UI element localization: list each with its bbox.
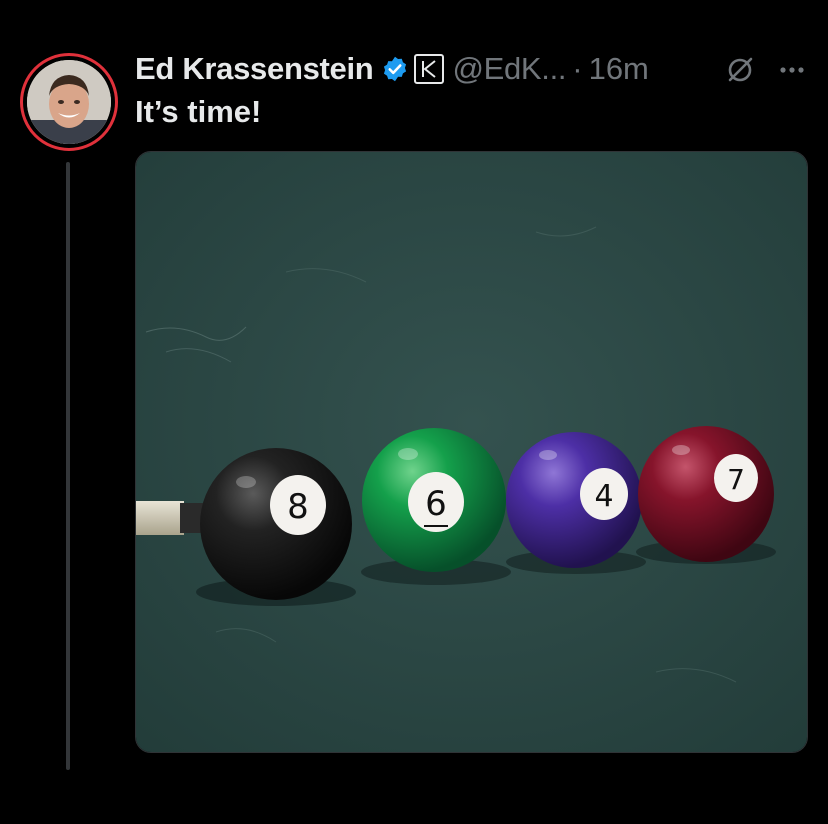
avatar-photo <box>27 60 111 144</box>
tweet-text: It’s time! <box>135 94 262 129</box>
ball-7: 7 <box>638 426 774 562</box>
ball-7-number: 7 <box>727 463 745 496</box>
grok-icon[interactable] <box>724 54 756 86</box>
avatar-story-ring[interactable] <box>20 53 118 151</box>
ball-6: 6 <box>362 428 506 572</box>
affiliate-k-icon[interactable] <box>414 54 445 84</box>
header-separator: · <box>572 51 583 86</box>
tweet-media-photo[interactable]: 8 6 4 7 <box>135 151 808 753</box>
author-handle[interactable]: @EdK... <box>452 51 566 87</box>
more-options-icon[interactable] <box>776 54 808 86</box>
avatar[interactable] <box>27 60 111 144</box>
tweet[interactable]: Ed Krassenstein @EdK... · 16m It’s time!… <box>0 0 828 824</box>
ball-8-number: 8 <box>287 487 309 527</box>
thread-line <box>66 162 70 770</box>
ball-4-number: 4 <box>594 479 613 514</box>
ball-4: 4 <box>506 432 642 568</box>
tweet-header: Ed Krassenstein @EdK... · 16m <box>135 48 649 90</box>
billiard-balls-photo: 8 6 4 7 <box>136 152 807 752</box>
ball-6-number: 6 <box>425 484 447 524</box>
tweet-timestamp[interactable]: 16m <box>589 51 649 87</box>
ball-8: 8 <box>200 448 352 600</box>
author-display-name[interactable]: Ed Krassenstein <box>135 51 374 87</box>
verified-badge-icon[interactable] <box>381 55 409 83</box>
